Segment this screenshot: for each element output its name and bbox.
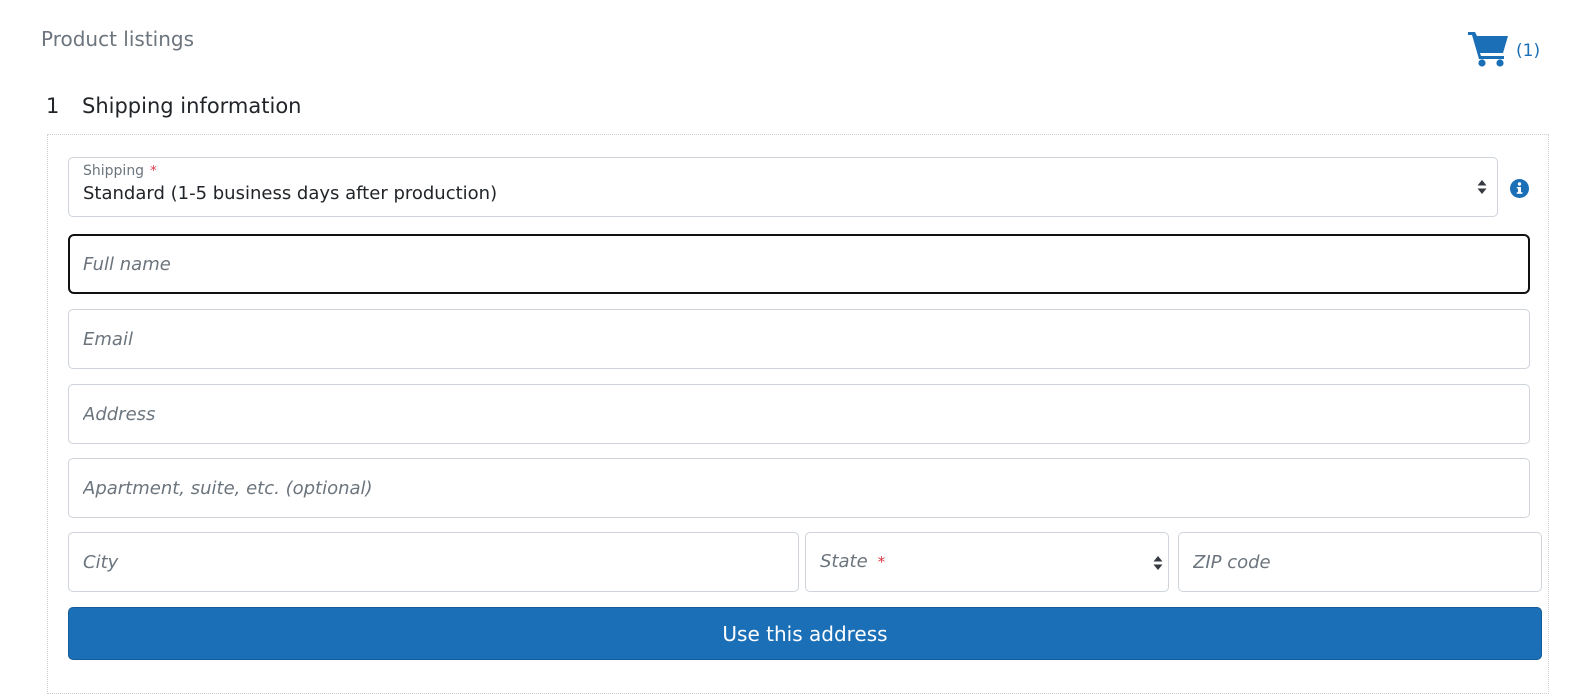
breadcrumb-product-listings[interactable]: Product listings — [41, 27, 194, 51]
full-name-input[interactable] — [68, 234, 1530, 294]
sort-arrows-icon — [1477, 179, 1487, 195]
use-this-address-button[interactable]: Use this address — [68, 607, 1542, 660]
info-icon[interactable] — [1510, 179, 1529, 198]
step-heading: 1 Shipping information — [46, 94, 302, 118]
shopping-cart-icon — [1468, 30, 1510, 68]
cart-count: (1) — [1516, 41, 1541, 61]
shipping-label: Shipping * — [83, 163, 157, 179]
step-title: Shipping information — [82, 94, 302, 118]
email-input[interactable] — [68, 309, 1530, 369]
address-input[interactable] — [68, 384, 1530, 444]
step-number: 1 — [46, 94, 60, 118]
cart-link[interactable]: (1) — [1468, 30, 1540, 68]
required-mark: * — [150, 164, 157, 179]
required-mark: * — [877, 553, 886, 571]
state-select[interactable]: State * — [805, 532, 1169, 592]
sort-arrows-icon — [1153, 555, 1163, 571]
state-placeholder: State * — [820, 551, 886, 572]
shipping-selected-value: Standard (1-5 business days after produc… — [83, 183, 498, 204]
city-input[interactable] — [68, 532, 799, 592]
shipping-method-select[interactable]: Shipping * Standard (1-5 business days af… — [68, 157, 1498, 217]
apartment-input[interactable] — [68, 458, 1530, 518]
zip-input[interactable] — [1178, 532, 1542, 592]
